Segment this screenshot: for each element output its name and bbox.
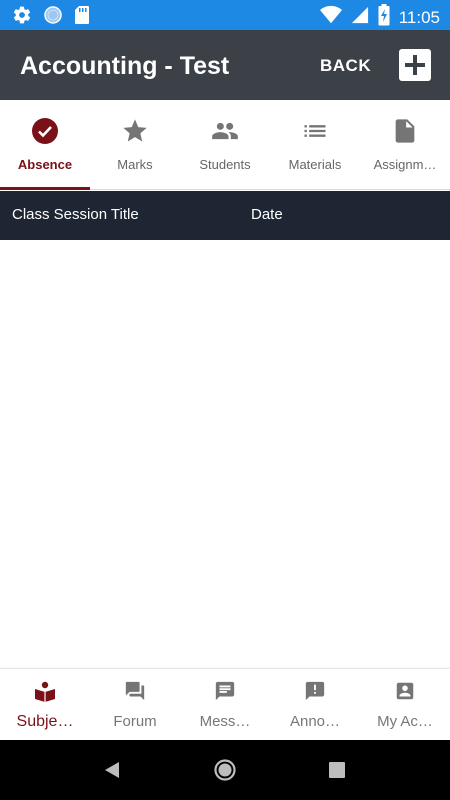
plus-icon (399, 55, 431, 85)
announcement-icon (304, 680, 326, 702)
nav-item-messages[interactable]: Mess… (180, 669, 270, 741)
home-circle-icon[interactable] (213, 758, 237, 782)
nav-item-label: Forum (113, 713, 157, 730)
active-tab-indicator (0, 187, 90, 190)
tab-label: Marks (117, 157, 153, 172)
column-header-date: Date (251, 206, 283, 223)
back-triangle-icon[interactable] (101, 758, 125, 782)
document-icon (391, 117, 419, 145)
check-circle-icon (31, 117, 59, 145)
settings-icon (12, 5, 32, 30)
back-button[interactable]: BACK (320, 55, 371, 77)
tab-students[interactable]: Students (180, 100, 270, 190)
app-bar: Accounting - Test BACK (0, 30, 450, 100)
globe-icon (43, 5, 63, 30)
recents-square-icon[interactable] (325, 758, 349, 782)
clock-time: 11:05 (398, 7, 440, 27)
tab-label: Students (199, 157, 251, 172)
column-header-title: Class Session Title (12, 206, 139, 223)
sd-card-icon (74, 5, 90, 30)
nav-item-label: My Ac… (377, 713, 433, 730)
tab-marks[interactable]: Marks (90, 100, 180, 190)
tab-label: Absence (17, 157, 73, 172)
bottom-navigation: Subje… Forum Mess… Anno… My Ac… (0, 668, 450, 740)
signal-icon (351, 6, 369, 29)
page-title: Accounting - Test (20, 52, 230, 80)
nav-item-announcements[interactable]: Anno… (270, 669, 360, 741)
tab-materials[interactable]: Materials (270, 100, 360, 190)
table-header: Class Session Title Date (0, 191, 450, 240)
tab-label: Assignm… (373, 157, 437, 172)
tab-assignments[interactable]: Assignm… (360, 100, 450, 190)
nav-item-subjects[interactable]: Subje… (0, 669, 90, 741)
star-icon (121, 117, 149, 145)
people-icon (211, 117, 239, 145)
session-list (0, 240, 450, 668)
tab-label: Materials (288, 157, 342, 172)
battery-charging-icon (378, 4, 390, 31)
add-button[interactable] (399, 49, 431, 81)
system-navigation-bar (0, 740, 450, 800)
list-icon (301, 117, 329, 145)
status-bar: 11:05 (0, 0, 450, 30)
tab-bar: Absence Marks Students Materials Assignm… (0, 100, 450, 190)
nav-item-forum[interactable]: Forum (90, 669, 180, 741)
message-icon (214, 680, 236, 702)
nav-item-label: Anno… (289, 713, 341, 730)
nav-item-label: Mess… (199, 713, 251, 730)
tab-absence[interactable]: Absence (0, 100, 90, 190)
wifi-icon (319, 5, 342, 30)
nav-item-my-account[interactable]: My Ac… (360, 669, 450, 741)
forum-icon (124, 680, 146, 702)
book-reader-icon (34, 680, 56, 702)
account-box-icon (394, 680, 416, 702)
nav-item-label: Subje… (16, 713, 74, 730)
